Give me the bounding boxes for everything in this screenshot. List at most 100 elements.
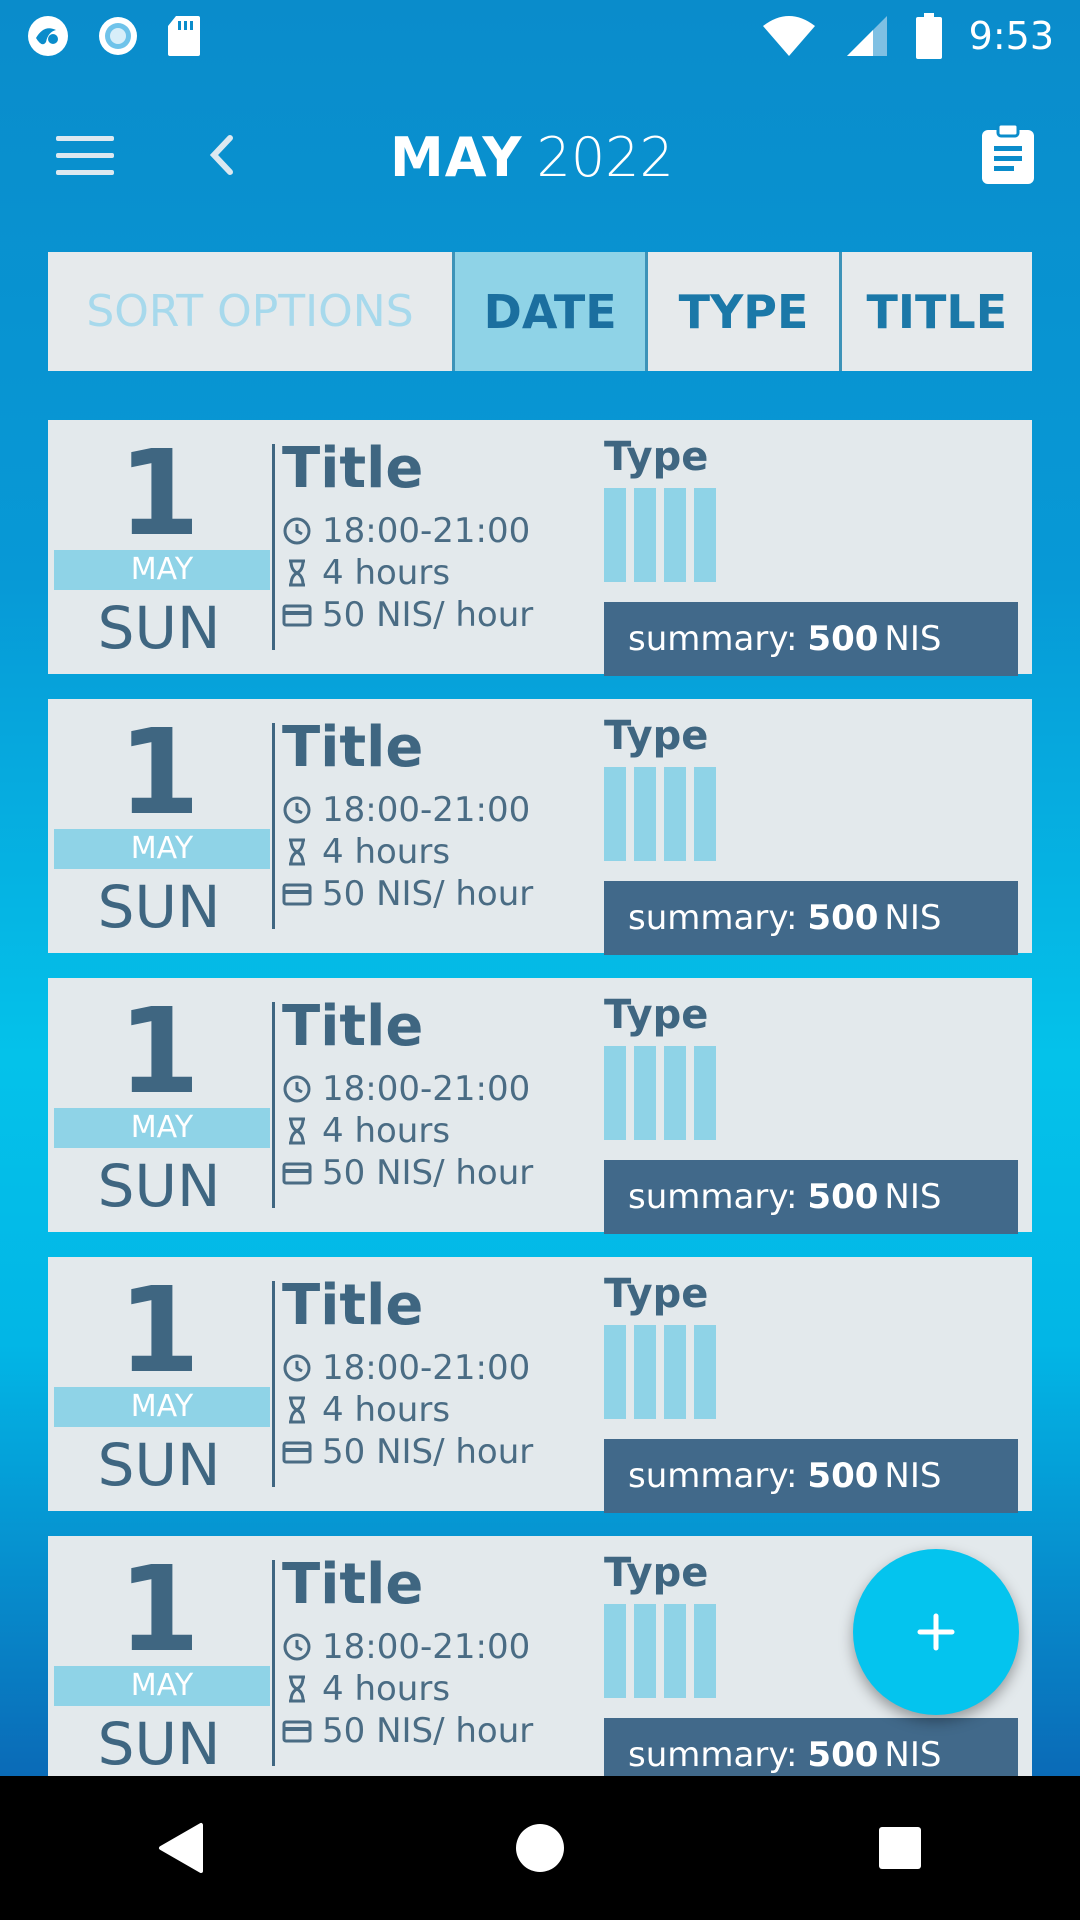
sort-by-date-tab[interactable]: DATE: [455, 252, 649, 371]
entry-title: Title: [282, 994, 424, 1059]
menu-icon-line: [56, 170, 114, 175]
summary-value: 500: [807, 1735, 879, 1775]
sd-card-icon: [168, 16, 200, 56]
status-left: [26, 14, 202, 58]
date-block: 1 MAY SUN: [48, 699, 270, 953]
date-month: MAY: [54, 550, 270, 590]
rate-row: 50 NIS/ hour: [282, 1710, 602, 1752]
duration-row: 4 hours: [282, 831, 602, 873]
menu-button[interactable]: [56, 136, 114, 176]
summary-bar: summary: 500 NIS: [604, 881, 1018, 955]
entry-info: Title 18:00-21:00 4 hours 50 NIS/ hour: [282, 717, 602, 915]
summary-label: summary:: [628, 1735, 798, 1775]
entry-card[interactable]: 1 MAY SUN Title 18:00-21:00 4 hours 50 N…: [48, 420, 1032, 676]
sort-by-type-tab[interactable]: TYPE: [648, 252, 842, 371]
date-weekday: SUN: [97, 873, 221, 941]
nav-back-button[interactable]: [120, 1788, 240, 1908]
summary-value: 500: [807, 1177, 879, 1217]
credit-card-icon: [282, 604, 312, 627]
nav-recents-button[interactable]: [840, 1788, 960, 1908]
summary-label: summary:: [628, 1177, 798, 1217]
entry-card[interactable]: 1 MAY SUN Title 18:00-21:00 4 hours 50 N…: [48, 699, 1032, 955]
credit-card-icon: [282, 1162, 312, 1185]
duration-row: 4 hours: [282, 1110, 602, 1152]
summary-label: summary:: [628, 619, 798, 659]
duration-row: 4 hours: [282, 552, 602, 594]
recents-square-icon: [879, 1827, 921, 1869]
time-row: 18:00-21:00: [282, 1068, 602, 1110]
title-year: 2022: [536, 125, 674, 189]
sort-by-title-tab[interactable]: TITLE: [842, 252, 1032, 371]
summary-bar: summary: 500 NIS: [604, 1718, 1018, 1776]
rate-row: 50 NIS/ hour: [282, 1431, 602, 1473]
entry-duration: 4 hours: [322, 552, 451, 593]
entry-time: 18:00-21:00: [322, 789, 531, 830]
type-label: Type: [604, 992, 709, 1038]
report-button[interactable]: [980, 122, 1036, 186]
date-block: 1 MAY SUN: [48, 1536, 270, 1776]
summary-bar: summary: 500 NIS: [604, 1439, 1018, 1513]
type-block: Type summary: 500 NIS: [604, 434, 1018, 676]
hourglass-icon: [289, 1396, 305, 1424]
summary-bar: summary: 500 NIS: [604, 602, 1018, 676]
record-icon: [99, 17, 137, 55]
credit-card-icon: [282, 1720, 312, 1743]
rate-row: 50 NIS/ hour: [282, 594, 602, 636]
summary-label: summary:: [628, 898, 798, 938]
date-month: MAY: [54, 1108, 270, 1148]
time-row: 18:00-21:00: [282, 1347, 602, 1389]
divider: [272, 444, 275, 650]
summary-value: 500: [807, 1456, 879, 1496]
menu-icon: [56, 136, 114, 141]
hourglass-icon: [289, 1117, 305, 1145]
entry-time: 18:00-21:00: [322, 1068, 531, 1109]
previous-month-button[interactable]: [202, 130, 242, 180]
entry-title: Title: [282, 1273, 424, 1338]
menu-icon-line: [56, 153, 114, 158]
date-day: 1: [117, 982, 201, 1120]
date-weekday: SUN: [97, 1431, 221, 1499]
date-day: 1: [117, 424, 201, 562]
summary-value: 500: [807, 619, 879, 659]
hourglass-icon: [289, 1675, 305, 1703]
duration-row: 4 hours: [282, 1668, 602, 1710]
page-title: MAY 2022: [390, 122, 674, 192]
title-month: MAY: [390, 125, 523, 189]
entry-card[interactable]: 1 MAY SUN Title 18:00-21:00 4 hours 50 N…: [48, 1257, 1032, 1513]
entry-time: 18:00-21:00: [322, 510, 531, 551]
summary-currency: NIS: [884, 1177, 942, 1217]
app-notification-icon: [28, 16, 68, 56]
type-bars: [604, 1325, 1018, 1419]
status-bar: 9:53: [0, 0, 1080, 72]
nav-home-button[interactable]: [480, 1788, 600, 1908]
date-block: 1 MAY SUN: [48, 978, 270, 1232]
type-block: Type summary: 500 NIS: [604, 713, 1018, 955]
date-month: MAY: [54, 1666, 270, 1706]
system-nav-bar: [0, 1776, 1080, 1920]
add-entry-button[interactable]: [853, 1549, 1019, 1715]
duration-row: 4 hours: [282, 1389, 602, 1431]
sort-options-label: SORT OPTIONS: [48, 252, 455, 371]
summary-label: summary:: [628, 1456, 798, 1496]
entry-rate: 50 NIS/ hour: [322, 873, 534, 914]
date-weekday: SUN: [97, 1152, 221, 1220]
entry-card[interactable]: 1 MAY SUN Title 18:00-21:00 4 hours 50 N…: [48, 978, 1032, 1234]
summary-currency: NIS: [884, 1456, 942, 1496]
hourglass-icon: [289, 559, 305, 587]
status-time: 9:53: [968, 14, 1054, 58]
entry-title: Title: [282, 715, 424, 780]
entry-title: Title: [282, 1552, 424, 1617]
rate-row: 50 NIS/ hour: [282, 873, 602, 915]
type-label: Type: [604, 1271, 709, 1317]
date-weekday: SUN: [97, 594, 221, 662]
entry-info: Title 18:00-21:00 4 hours 50 NIS/ hour: [282, 1275, 602, 1473]
type-block: Type summary: 500 NIS: [604, 992, 1018, 1234]
summary-bar: summary: 500 NIS: [604, 1160, 1018, 1234]
type-bars: [604, 1046, 1018, 1140]
entry-title: Title: [282, 436, 424, 501]
date-month: MAY: [54, 829, 270, 869]
divider: [272, 723, 275, 929]
divider: [272, 1560, 275, 1766]
summary-value: 500: [807, 898, 879, 938]
summary-currency: NIS: [884, 1735, 942, 1775]
